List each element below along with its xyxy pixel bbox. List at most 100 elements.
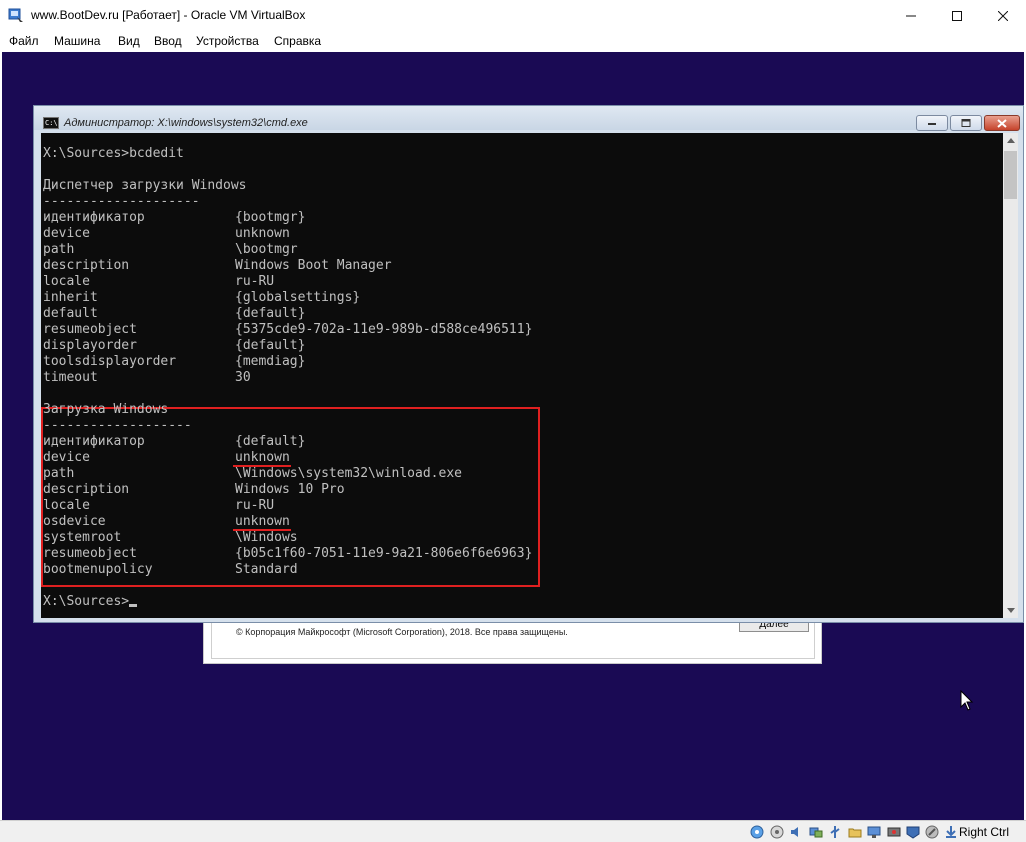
bootmgr-entry-row: description Windows Boot Manager: [43, 258, 392, 274]
bootmgr-entry-key: description: [43, 258, 130, 273]
cmd-minimize-button[interactable]: [916, 115, 948, 131]
loader-entry-row: systemroot \Windows: [43, 530, 298, 546]
minimize-icon: [928, 123, 936, 125]
virtualization-icon[interactable]: [906, 825, 920, 839]
setup-dialog-panel: © Корпорация Майкрософт (Microsoft Corpo…: [211, 617, 815, 659]
loader-entry-value: {b05c1f60-7051-11e9-9a21-806e6f6e6963}: [235, 546, 533, 561]
loader-entry-row: идентификатор {default}: [43, 434, 305, 450]
shared-folders-icon[interactable]: [848, 825, 862, 839]
virtualbox-icon: [8, 8, 23, 22]
command-line: X:\Sources>bcdedit: [43, 146, 184, 161]
cmd-titlebar[interactable]: C:\ Администратор: X:\windows\system32\c…: [34, 106, 1023, 131]
bootmgr-entry-value: unknown: [235, 226, 290, 241]
bootmgr-separator: --------------------: [43, 194, 200, 209]
bootmgr-entry-value: {memdiag}: [235, 354, 306, 369]
loader-entry-value: \Windows: [235, 530, 298, 545]
device-unknown-underline: [233, 465, 291, 467]
bootmgr-entry-key: идентификатор: [43, 210, 145, 225]
menu-bar: Файл Машина Вид Ввод Устройства Справка: [0, 31, 1026, 52]
bootmgr-entry-row: toolsdisplayorder {memdiag}: [43, 354, 305, 370]
setup-copyright: © Корпорация Майкрософт (Microsoft Corpo…: [236, 627, 568, 637]
minimize-button[interactable]: [888, 0, 934, 31]
bootmgr-entry-value: {default}: [235, 306, 306, 321]
loader-entry-value: unknown: [235, 450, 290, 465]
loader-header: Загрузка Windows: [43, 402, 169, 417]
loader-entry-key: osdevice: [43, 514, 106, 529]
loader-entry-row: description Windows 10 Pro: [43, 482, 345, 498]
scroll-down-button[interactable]: [1003, 603, 1018, 618]
bootmgr-entry-row: resumeobject {5375cde9-702a-11e9-989b-d58…: [43, 322, 532, 338]
menu-view[interactable]: Вид: [118, 34, 140, 48]
bootmgr-entry-key: device: [43, 226, 90, 241]
loader-entry-key: path: [43, 466, 75, 481]
bootmgr-entry-value: 30: [235, 370, 251, 385]
scroll-up-button[interactable]: [1003, 133, 1018, 148]
bootmgr-entry-row: идентификатор {bootmgr}: [43, 210, 305, 226]
loader-entry-value: {default}: [235, 434, 306, 449]
maximize-button[interactable]: [934, 0, 980, 31]
close-button[interactable]: [980, 0, 1026, 31]
bootmgr-entry-key: default: [43, 306, 98, 321]
arrow-up-icon: [1006, 138, 1015, 143]
maximize-icon: [961, 119, 971, 127]
menu-file[interactable]: Файл: [9, 34, 39, 48]
display-icon[interactable]: [867, 825, 881, 839]
hard-disk-icon[interactable]: [750, 825, 764, 839]
audio-icon[interactable]: [789, 825, 803, 839]
bootmgr-entry-key: inherit: [43, 290, 98, 305]
video-capture-icon[interactable]: [887, 825, 901, 839]
cmd-title: Администратор: X:\windows\system32\cmd.e…: [64, 117, 308, 129]
menu-input[interactable]: Ввод: [154, 34, 182, 48]
bootmgr-entry-row: default {default}: [43, 306, 305, 322]
mouse-integration-icon[interactable]: [925, 825, 939, 839]
window-title: www.BootDev.ru [Работает] - Oracle VM Vi…: [31, 8, 306, 22]
menu-help[interactable]: Справка: [274, 34, 321, 48]
cmd-close-button[interactable]: [984, 115, 1020, 131]
bootmgr-entry-key: locale: [43, 274, 90, 289]
setup-dialog: © Корпорация Майкрософт (Microsoft Corpo…: [203, 617, 822, 664]
console-output[interactable]: X:\Sources>bcdedit Диспетчер загрузки Wi…: [41, 133, 1003, 618]
menu-machine[interactable]: Машина: [54, 34, 100, 48]
network-icon[interactable]: [809, 825, 823, 839]
keyboard-capture-icon[interactable]: [944, 825, 958, 839]
bootmgr-entry-row: path \bootmgr: [43, 242, 298, 258]
vertical-scrollbar[interactable]: [1003, 133, 1018, 618]
bootmgr-entry-value: {default}: [235, 338, 306, 353]
loader-entry-value: Standard: [235, 562, 298, 577]
loader-entry-row: path \Windows\system32\winload.exe: [43, 466, 462, 482]
vm-display[interactable]: © Корпорация Майкрософт (Microsoft Corpo…: [2, 52, 1024, 820]
maximize-icon: [952, 10, 962, 21]
menu-devices[interactable]: Устройства: [196, 34, 259, 48]
bootmgr-entry-key: displayorder: [43, 338, 137, 353]
loader-entry-row: bootmenupolicy Standard: [43, 562, 298, 578]
scrollbar-thumb[interactable]: [1004, 151, 1017, 199]
prompt-line[interactable]: X:\Sources>: [43, 594, 138, 610]
loader-entry-value: Windows 10 Pro: [235, 482, 345, 497]
bootmgr-entry-key: toolsdisplayorder: [43, 354, 177, 369]
loader-entry-key: resumeobject: [43, 546, 137, 561]
optical-drive-icon[interactable]: [770, 825, 784, 839]
loader-entry-row: locale ru-RU: [43, 498, 274, 514]
host-key-label: Right Ctrl: [959, 825, 1010, 839]
loader-entry-row: device unknown: [43, 450, 290, 466]
bootmgr-entry-row: inherit {globalsettings}: [43, 290, 360, 306]
arrow-down-icon: [1006, 608, 1015, 613]
prompt: X:\Sources>: [43, 594, 130, 609]
bootmgr-entry-value: Windows Boot Manager: [235, 258, 392, 273]
bootmgr-entry-key: resumeobject: [43, 322, 137, 337]
loader-entry-value: ru-RU: [235, 498, 275, 513]
bootmgr-entry-row: device unknown: [43, 226, 290, 242]
bootmgr-entry-value: \bootmgr: [235, 242, 298, 257]
cmd-icon: C:\: [43, 117, 59, 129]
usb-icon[interactable]: [828, 825, 842, 839]
loader-entry-key: bootmenupolicy: [43, 562, 153, 577]
bootmgr-entry-value: {5375cde9-702a-11e9-989b-d588ce496511}: [235, 322, 533, 337]
bootmgr-entry-row: locale ru-RU: [43, 274, 274, 290]
loader-entry-key: description: [43, 482, 130, 497]
bootmgr-entry-key: path: [43, 242, 75, 257]
status-bar: Right Ctrl: [0, 820, 1026, 842]
text-cursor: [129, 604, 138, 607]
cmd-window[interactable]: C:\ Администратор: X:\windows\system32\c…: [33, 105, 1024, 623]
cmd-maximize-button[interactable]: [950, 115, 982, 131]
loader-entry-key: device: [43, 450, 90, 465]
